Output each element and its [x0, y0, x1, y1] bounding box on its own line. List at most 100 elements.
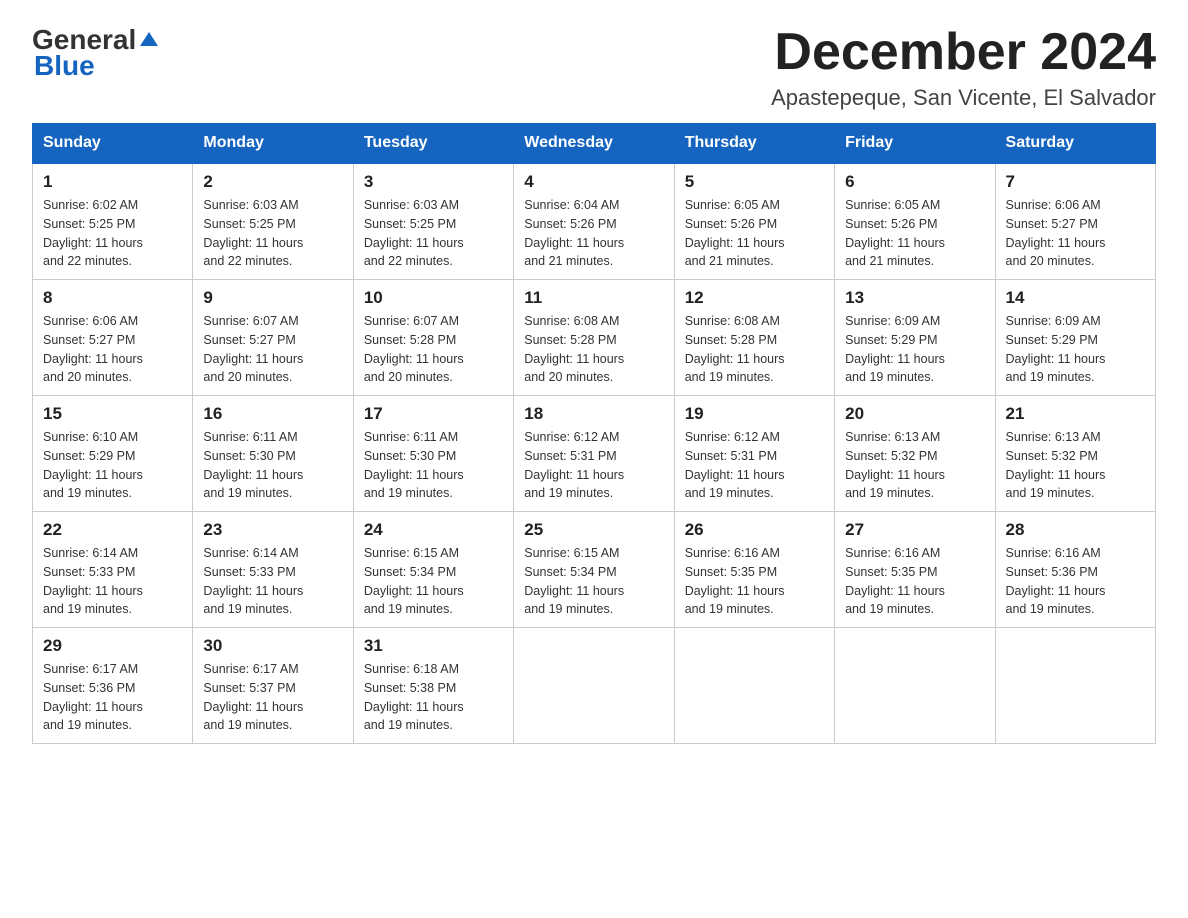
- day-info: Sunrise: 6:05 AMSunset: 5:26 PMDaylight:…: [845, 196, 984, 271]
- calendar-cell: 11Sunrise: 6:08 AMSunset: 5:28 PMDayligh…: [514, 280, 674, 396]
- day-number: 3: [364, 172, 503, 192]
- header-saturday: Saturday: [995, 124, 1155, 164]
- calendar-cell: 27 Sunrise: 6:16 AMSunset: 5:35 PMDayligh…: [835, 512, 995, 628]
- day-number: 6: [845, 172, 984, 192]
- calendar-cell: 1Sunrise: 6:02 AMSunset: 5:25 PMDaylight…: [33, 163, 193, 280]
- calendar-title: December 2024: [771, 24, 1156, 81]
- day-info: Sunrise: 6:17 AMSunset: 5:36 PMDaylight:…: [43, 660, 182, 735]
- day-info: Sunrise: 6:11 AMSunset: 5:30 PMDaylight:…: [203, 428, 342, 503]
- day-number: 13: [845, 288, 984, 308]
- calendar-cell: 14 Sunrise: 6:09 AMSunset: 5:29 PMDayligh…: [995, 280, 1155, 396]
- day-number: 15: [43, 404, 182, 424]
- calendar-header-row: SundayMondayTuesdayWednesdayThursdayFrid…: [33, 124, 1156, 164]
- day-info: Sunrise: 6:13 AMSunset: 5:32 PMDaylight:…: [845, 428, 984, 503]
- page-header: General Blue December 2024 Apastepeque, …: [32, 24, 1156, 111]
- day-number: 29: [43, 636, 182, 656]
- day-info: Sunrise: 6:08 AMSunset: 5:28 PMDaylight:…: [685, 312, 824, 387]
- day-info: Sunrise: 6:02 AMSunset: 5:25 PMDaylight:…: [43, 196, 182, 271]
- calendar-cell: 15Sunrise: 6:10 AMSunset: 5:29 PMDayligh…: [33, 396, 193, 512]
- logo-blue: Blue: [34, 50, 95, 82]
- calendar-cell: 2 Sunrise: 6:03 AMSunset: 5:25 PMDaylight…: [193, 163, 353, 280]
- day-info: Sunrise: 6:16 AMSunset: 5:36 PMDaylight:…: [1006, 544, 1145, 619]
- header-friday: Friday: [835, 124, 995, 164]
- day-info: Sunrise: 6:16 AMSunset: 5:35 PMDaylight:…: [845, 544, 984, 619]
- day-info: Sunrise: 6:17 AMSunset: 5:37 PMDaylight:…: [203, 660, 342, 735]
- calendar-cell: 16 Sunrise: 6:11 AMSunset: 5:30 PMDayligh…: [193, 396, 353, 512]
- day-number: 19: [685, 404, 824, 424]
- day-number: 16: [203, 404, 342, 424]
- logo-triangle-icon: [138, 28, 160, 50]
- day-number: 18: [524, 404, 663, 424]
- day-number: 2: [203, 172, 342, 192]
- calendar-cell: 23Sunrise: 6:14 AMSunset: 5:33 PMDayligh…: [193, 512, 353, 628]
- calendar-cell: [514, 628, 674, 744]
- day-number: 31: [364, 636, 503, 656]
- day-number: 20: [845, 404, 984, 424]
- header-tuesday: Tuesday: [353, 124, 513, 164]
- day-info: Sunrise: 6:14 AMSunset: 5:33 PMDaylight:…: [43, 544, 182, 619]
- calendar-cell: 13 Sunrise: 6:09 AMSunset: 5:29 PMDayligh…: [835, 280, 995, 396]
- day-number: 21: [1006, 404, 1145, 424]
- day-info: Sunrise: 6:18 AMSunset: 5:38 PMDaylight:…: [364, 660, 503, 735]
- day-number: 26: [685, 520, 824, 540]
- day-number: 12: [685, 288, 824, 308]
- header-wednesday: Wednesday: [514, 124, 674, 164]
- calendar-cell: 20 Sunrise: 6:13 AMSunset: 5:32 PMDayligh…: [835, 396, 995, 512]
- calendar-cell: 8Sunrise: 6:06 AMSunset: 5:27 PMDaylight…: [33, 280, 193, 396]
- day-info: Sunrise: 6:16 AMSunset: 5:35 PMDaylight:…: [685, 544, 824, 619]
- day-info: Sunrise: 6:12 AMSunset: 5:31 PMDaylight:…: [685, 428, 824, 503]
- title-block: December 2024 Apastepeque, San Vicente, …: [771, 24, 1156, 111]
- calendar-cell: [674, 628, 834, 744]
- calendar-cell: 30Sunrise: 6:17 AMSunset: 5:37 PMDayligh…: [193, 628, 353, 744]
- logo: General Blue: [32, 24, 160, 82]
- day-info: Sunrise: 6:09 AMSunset: 5:29 PMDaylight:…: [845, 312, 984, 387]
- day-number: 25: [524, 520, 663, 540]
- day-number: 28: [1006, 520, 1145, 540]
- calendar-week-row: 1Sunrise: 6:02 AMSunset: 5:25 PMDaylight…: [33, 163, 1156, 280]
- day-number: 14: [1006, 288, 1145, 308]
- calendar-cell: 9Sunrise: 6:07 AMSunset: 5:27 PMDaylight…: [193, 280, 353, 396]
- day-info: Sunrise: 6:14 AMSunset: 5:33 PMDaylight:…: [203, 544, 342, 619]
- calendar-week-row: 29 Sunrise: 6:17 AMSunset: 5:36 PMDayligh…: [33, 628, 1156, 744]
- calendar-cell: 10 Sunrise: 6:07 AMSunset: 5:28 PMDayligh…: [353, 280, 513, 396]
- calendar-cell: 26 Sunrise: 6:16 AMSunset: 5:35 PMDayligh…: [674, 512, 834, 628]
- calendar-cell: [835, 628, 995, 744]
- day-info: Sunrise: 6:03 AMSunset: 5:25 PMDaylight:…: [364, 196, 503, 271]
- day-number: 5: [685, 172, 824, 192]
- day-info: Sunrise: 6:04 AMSunset: 5:26 PMDaylight:…: [524, 196, 663, 271]
- day-info: Sunrise: 6:11 AMSunset: 5:30 PMDaylight:…: [364, 428, 503, 503]
- day-info: Sunrise: 6:08 AMSunset: 5:28 PMDaylight:…: [524, 312, 663, 387]
- calendar-cell: 17 Sunrise: 6:11 AMSunset: 5:30 PMDayligh…: [353, 396, 513, 512]
- calendar-cell: 31 Sunrise: 6:18 AMSunset: 5:38 PMDayligh…: [353, 628, 513, 744]
- day-number: 8: [43, 288, 182, 308]
- calendar-subtitle: Apastepeque, San Vicente, El Salvador: [771, 85, 1156, 111]
- calendar-cell: 4 Sunrise: 6:04 AMSunset: 5:26 PMDaylight…: [514, 163, 674, 280]
- calendar-cell: 28 Sunrise: 6:16 AMSunset: 5:36 PMDayligh…: [995, 512, 1155, 628]
- day-info: Sunrise: 6:12 AMSunset: 5:31 PMDaylight:…: [524, 428, 663, 503]
- calendar-cell: [995, 628, 1155, 744]
- day-info: Sunrise: 6:03 AMSunset: 5:25 PMDaylight:…: [203, 196, 342, 271]
- day-number: 27: [845, 520, 984, 540]
- day-info: Sunrise: 6:05 AMSunset: 5:26 PMDaylight:…: [685, 196, 824, 271]
- day-info: Sunrise: 6:07 AMSunset: 5:28 PMDaylight:…: [364, 312, 503, 387]
- day-info: Sunrise: 6:13 AMSunset: 5:32 PMDaylight:…: [1006, 428, 1145, 503]
- day-number: 10: [364, 288, 503, 308]
- calendar-week-row: 15Sunrise: 6:10 AMSunset: 5:29 PMDayligh…: [33, 396, 1156, 512]
- day-number: 4: [524, 172, 663, 192]
- header-monday: Monday: [193, 124, 353, 164]
- calendar-cell: 18 Sunrise: 6:12 AMSunset: 5:31 PMDayligh…: [514, 396, 674, 512]
- calendar-cell: 5 Sunrise: 6:05 AMSunset: 5:26 PMDaylight…: [674, 163, 834, 280]
- day-info: Sunrise: 6:07 AMSunset: 5:27 PMDaylight:…: [203, 312, 342, 387]
- calendar-cell: 21 Sunrise: 6:13 AMSunset: 5:32 PMDayligh…: [995, 396, 1155, 512]
- day-number: 22: [43, 520, 182, 540]
- calendar-cell: 29 Sunrise: 6:17 AMSunset: 5:36 PMDayligh…: [33, 628, 193, 744]
- calendar-cell: 6 Sunrise: 6:05 AMSunset: 5:26 PMDaylight…: [835, 163, 995, 280]
- header-sunday: Sunday: [33, 124, 193, 164]
- day-info: Sunrise: 6:09 AMSunset: 5:29 PMDaylight:…: [1006, 312, 1145, 387]
- day-number: 7: [1006, 172, 1145, 192]
- calendar-cell: 19 Sunrise: 6:12 AMSunset: 5:31 PMDayligh…: [674, 396, 834, 512]
- day-info: Sunrise: 6:15 AMSunset: 5:34 PMDaylight:…: [364, 544, 503, 619]
- calendar-week-row: 8Sunrise: 6:06 AMSunset: 5:27 PMDaylight…: [33, 280, 1156, 396]
- day-number: 17: [364, 404, 503, 424]
- calendar-cell: 24Sunrise: 6:15 AMSunset: 5:34 PMDayligh…: [353, 512, 513, 628]
